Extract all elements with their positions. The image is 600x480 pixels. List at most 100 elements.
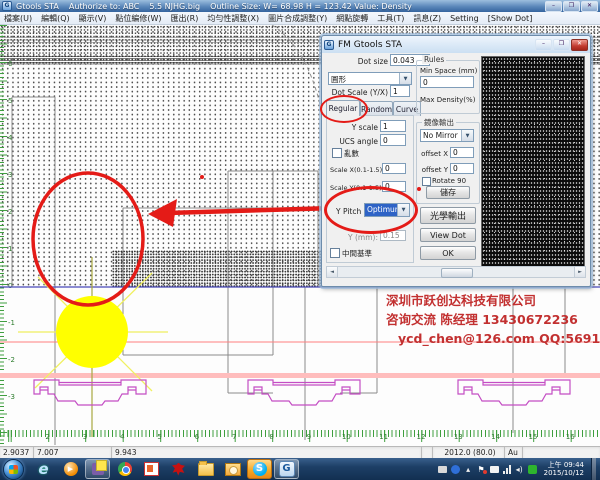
random-checkbox[interactable] xyxy=(332,148,342,158)
taskbar-icon-powerpoint[interactable] xyxy=(139,459,164,479)
chevron-down-icon[interactable]: ▼ xyxy=(397,204,409,216)
taskbar-icon-chrome[interactable] xyxy=(112,459,137,479)
rotate-90-label: Rotate 90 xyxy=(432,177,466,185)
taskbar-clock[interactable]: 上午 09:44 2015/10/12 xyxy=(541,461,587,477)
offset-x-input[interactable] xyxy=(450,147,474,158)
taskbar: e ▶ S G ▴ ⚑ ◂) 上午 09:44 2015/10/12 xyxy=(0,458,600,480)
maximize-button[interactable]: ❐ xyxy=(563,1,580,12)
outline-size-text: Outline Size: W= 68.98 H = 123.42 Value:… xyxy=(210,2,412,11)
taskbar-icon-red-mascot[interactable] xyxy=(166,459,191,479)
dot-scale-input[interactable] xyxy=(390,85,410,97)
center-base-checkbox-label: 中間基準 xyxy=(342,248,372,259)
watermark-text: 深圳市跃创达科技有限公司 咨询交流 陈经理 13430672236 ycd_ch… xyxy=(386,291,596,348)
random-checkbox-label: 亂數 xyxy=(344,148,359,159)
tab-random[interactable]: Random xyxy=(360,101,393,116)
taskbar-icon-skype[interactable]: S xyxy=(247,459,272,479)
speaker-icon[interactable]: ◂) xyxy=(515,465,524,474)
save-button[interactable]: 儲存 xyxy=(426,186,470,199)
taskbar-icon-gtools[interactable]: G xyxy=(274,459,299,479)
menu-item[interactable]: 編輯(Q) xyxy=(41,13,70,24)
menu-item[interactable]: 工具(T) xyxy=(377,13,404,24)
scroll-right-icon[interactable]: ► xyxy=(574,267,585,277)
offset-y-label: offset Y xyxy=(420,166,448,174)
dashed-arc xyxy=(272,25,326,137)
status-zoom: 2012.0 (80.0) xyxy=(433,447,505,458)
authorize-text: Authorize to: ABC xyxy=(69,2,140,11)
tab-regular[interactable]: Regular xyxy=(326,100,360,116)
status-coord-y: 7.007 xyxy=(34,447,112,458)
rotate-90-checkbox[interactable] xyxy=(422,177,431,186)
filename-text: 5.5 NJHG.big xyxy=(149,2,200,11)
mirror-dropdown[interactable]: No Mirror ▼ xyxy=(420,129,474,142)
dot-shape-dropdown[interactable]: 圓形 ▼ xyxy=(328,72,412,85)
dialog-caption-buttons: – ❐ ✕ xyxy=(535,39,588,51)
mirror-group-label: 鏡像輸出 xyxy=(422,117,456,128)
dialog-minimize-button[interactable]: – xyxy=(535,39,552,51)
scroll-left-icon[interactable]: ◄ xyxy=(327,267,338,277)
menu-item[interactable]: 點位編修(W) xyxy=(115,13,161,24)
status-spacer xyxy=(422,447,433,458)
status-coord-z: 9.943 xyxy=(112,447,422,458)
y-mm-label: Y (mm): xyxy=(330,233,378,242)
usb-icon[interactable] xyxy=(490,466,499,473)
center-base-checkbox[interactable] xyxy=(330,248,340,258)
dialog-titlebar[interactable]: G FM Gtools STA – ❐ ✕ xyxy=(322,36,590,53)
y-pitch-dropdown[interactable]: Optimum ▼ xyxy=(364,203,410,217)
taskbar-icon-outlook[interactable] xyxy=(220,459,245,479)
chevron-down-icon[interactable]: ▼ xyxy=(461,130,473,141)
min-space-input[interactable] xyxy=(420,76,474,88)
updates-icon[interactable] xyxy=(528,465,537,474)
red-dot-mark xyxy=(200,175,204,179)
tray-expand-icon[interactable]: ▴ xyxy=(464,465,473,474)
dialog-horizontal-scrollbar[interactable]: ◄ ► xyxy=(326,266,586,278)
red-arrow-annotation xyxy=(148,199,335,227)
dialog-close-button[interactable]: ✕ xyxy=(571,39,588,51)
window-titlebar: G Gtools STA Authorize to: ABC 5.5 NJHG.… xyxy=(0,0,600,12)
ok-button[interactable]: OK xyxy=(420,246,476,260)
network-bars-icon[interactable] xyxy=(503,465,511,474)
show-desktop-button[interactable] xyxy=(591,458,596,480)
taskbar-icon-explorer[interactable] xyxy=(193,459,218,479)
action-center-flag-icon[interactable]: ⚑ xyxy=(477,465,486,474)
menu-item[interactable]: 圖片合成調整(Y) xyxy=(268,13,327,24)
menu-item[interactable]: [Show Dot] xyxy=(488,14,533,23)
chevron-down-icon[interactable]: ▼ xyxy=(399,73,411,84)
scale-x-input[interactable] xyxy=(382,163,406,174)
y-scale-input[interactable] xyxy=(380,120,406,132)
scale-y-input[interactable] xyxy=(382,181,406,192)
close-button[interactable]: ✕ xyxy=(581,1,598,12)
window-title: Gtools STA xyxy=(16,2,59,11)
menu-bar: 檔案(U) 編輯(Q) 顯示(V) 點位編修(W) 匯出(R) 均勻性調整(X) 圖片合成調… xyxy=(0,12,600,25)
taskbar-icon-media-player[interactable]: ▶ xyxy=(58,459,83,479)
briefcase-icon[interactable] xyxy=(438,466,447,473)
menu-item[interactable]: 網點旋轉 xyxy=(336,13,368,24)
chrome-icon xyxy=(118,462,132,476)
dot-size-label: Dot size xyxy=(330,57,388,66)
view-dot-button[interactable]: View Dot xyxy=(420,228,476,242)
menu-item[interactable]: 均勻性調整(X) xyxy=(207,13,259,24)
y-pitch-value: Optimum xyxy=(365,204,397,216)
taskbar-icon-sticky-notes[interactable] xyxy=(85,459,110,479)
dialog-maximize-button[interactable]: ❐ xyxy=(553,39,570,51)
ucs-angle-input[interactable] xyxy=(380,134,406,146)
start-button[interactable] xyxy=(3,459,24,480)
minimize-button[interactable]: – xyxy=(545,1,562,12)
optical-output-button[interactable]: 光學輸出 xyxy=(420,207,476,224)
red-mascot-icon xyxy=(172,463,185,476)
ie-icon: e xyxy=(38,462,48,476)
shield-icon[interactable] xyxy=(451,465,460,474)
max-density-label: Max Density(%) xyxy=(420,96,475,104)
menu-item[interactable]: Setting xyxy=(450,14,479,23)
menu-item[interactable]: 顯示(V) xyxy=(79,13,107,24)
offset-y-input[interactable] xyxy=(450,163,474,174)
menu-item[interactable]: 檔案(U) xyxy=(4,13,32,24)
y-mm-input xyxy=(380,230,406,241)
taskbar-icon-internet-explorer[interactable]: e xyxy=(31,459,56,479)
menu-item[interactable]: 匯出(R) xyxy=(171,13,199,24)
scrollbar-thumb[interactable] xyxy=(441,268,473,278)
dot-preview-pane xyxy=(481,56,585,275)
rules-group-label: Rules xyxy=(422,55,446,64)
dot-shape-value: 圓形 xyxy=(329,73,399,84)
scale-y-label: Scale Y(0.1-1.5) xyxy=(330,184,382,192)
menu-item[interactable]: 訊息(Z) xyxy=(413,13,441,24)
